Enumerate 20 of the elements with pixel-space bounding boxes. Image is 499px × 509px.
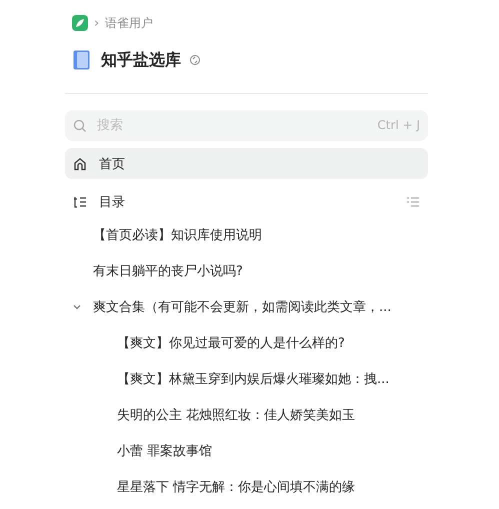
tree-item[interactable]: 爽文合集（有可能不会更新，如需阅读此类文章，...: [65, 289, 428, 325]
tree-item[interactable]: 小蕾 罪案故事馆: [65, 433, 428, 469]
nav-item[interactable]: 目录: [65, 186, 428, 217]
tree-item[interactable]: 有末日躺平的丧尸小说吗?: [65, 253, 428, 289]
tree-item[interactable]: 失明的公主 花烛照红妆：佳人娇笑美如玉: [65, 397, 428, 433]
book-title: 知乎盐选库: [101, 50, 181, 70]
list-icon[interactable]: [406, 196, 420, 208]
tree-item[interactable]: 【爽文】林黛玉穿到内娱后爆火璀璨如她：拽...: [65, 361, 428, 397]
shortcut-hint: Ctrl + J: [377, 118, 420, 132]
breadcrumb-separator: ›: [94, 16, 100, 30]
tree-item[interactable]: 星星落下 情字无解：你是心间填不满的缘: [65, 469, 428, 505]
app-logo-icon[interactable]: [72, 15, 88, 31]
nav-item[interactable]: 首页: [65, 148, 428, 179]
home-icon: [73, 156, 87, 170]
sync-icon[interactable]: [189, 54, 201, 66]
outline-icon: [73, 194, 87, 208]
tree-item[interactable]: 【首页必读】知识库使用说明: [65, 217, 428, 253]
tree-item[interactable]: 【爽文】你见过最可爱的人是什么样的?: [65, 325, 428, 361]
chevron-icon[interactable]: [73, 303, 81, 311]
book-icon: [73, 50, 90, 70]
